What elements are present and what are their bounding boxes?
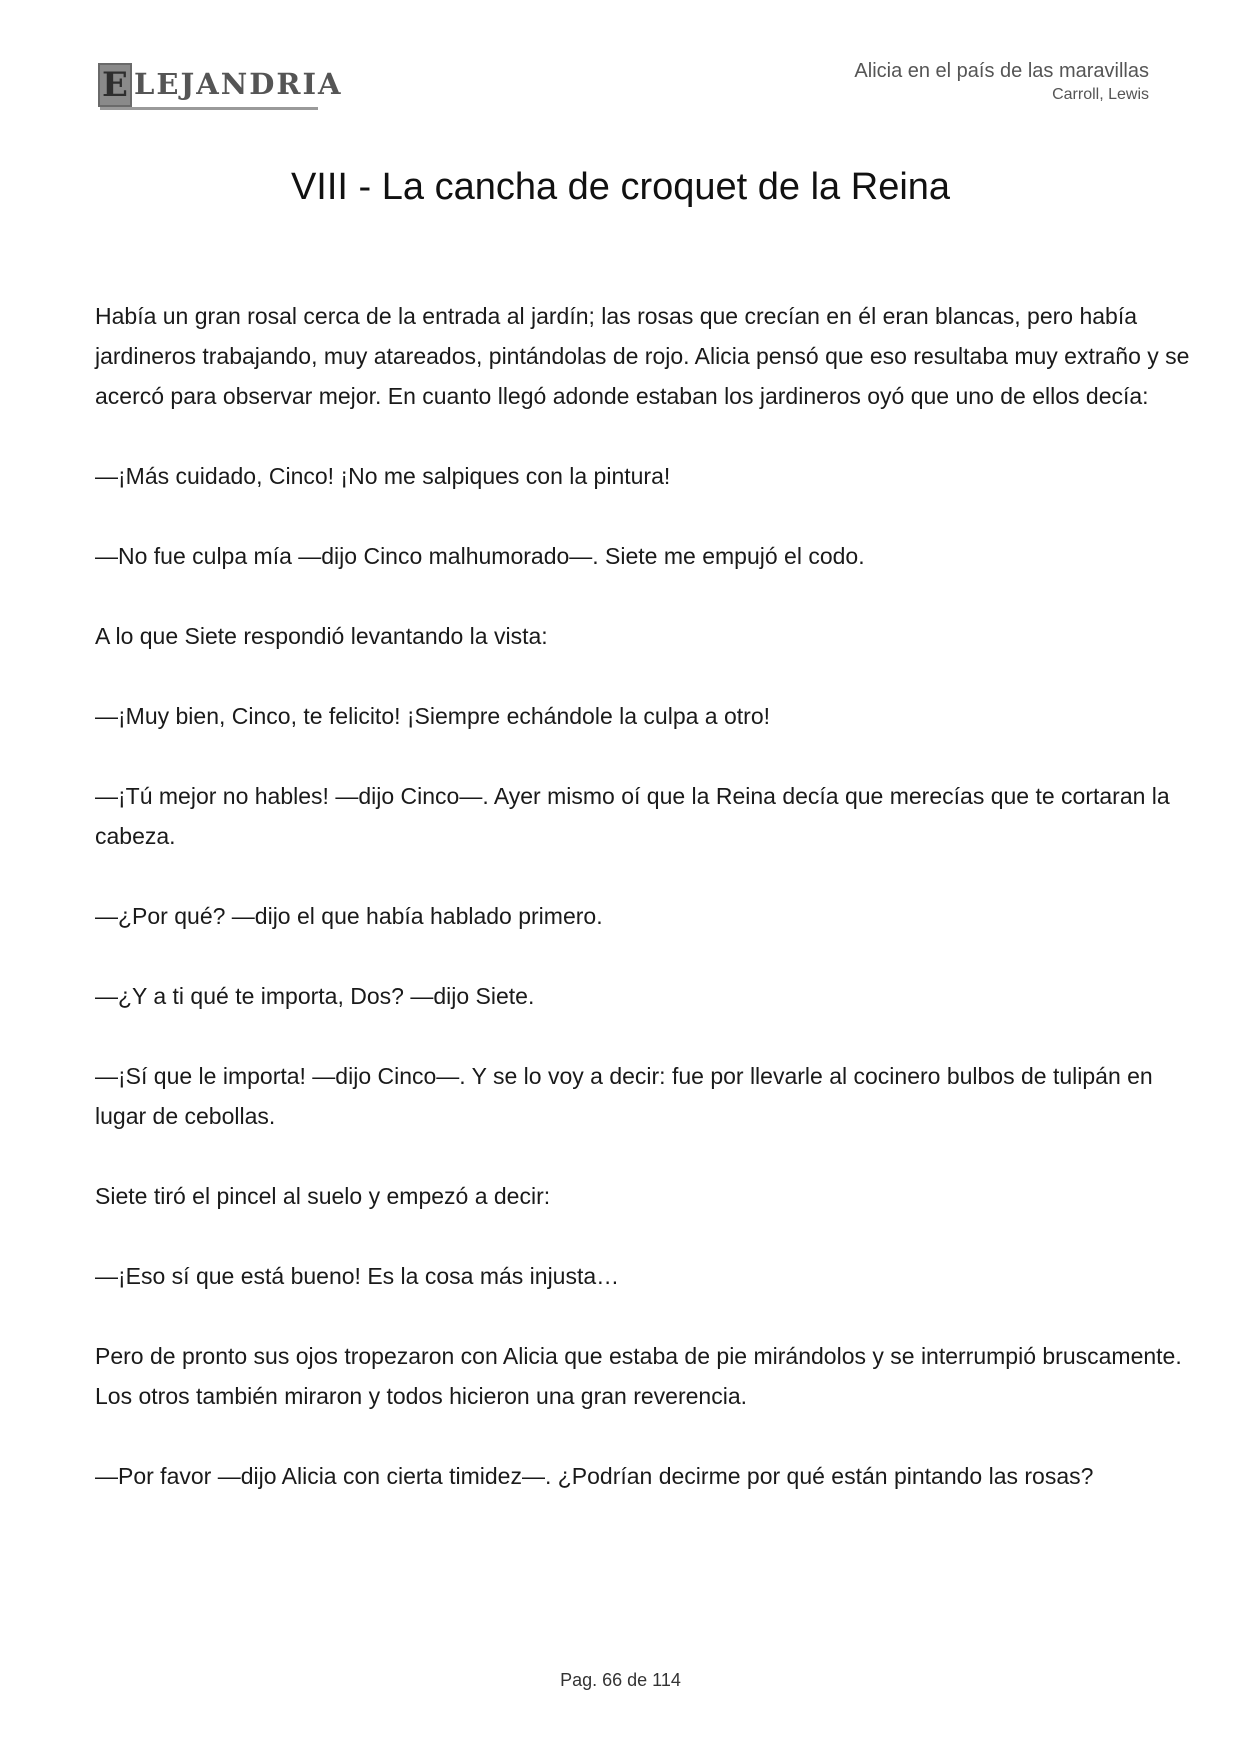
paragraph: Siete tiró el pincel al suelo y empezó a…	[95, 1183, 551, 1209]
logo-letter-box: E	[98, 63, 132, 107]
paragraph: —¿Y a ti qué te importa, Dos? —dijo Siet…	[95, 983, 535, 1009]
paragraph: —Por favor —dijo Alicia con cierta timid…	[95, 1463, 1094, 1489]
logo-underline	[100, 107, 318, 110]
paragraph: —¡Sí que le importa! —dijo Cinco—. Y se …	[95, 1063, 1153, 1129]
paragraph: —¡Eso sí que está bueno! Es la cosa más …	[95, 1263, 620, 1289]
book-title: Alicia en el país de las maravillas	[854, 60, 1149, 82]
document-meta: Alicia en el país de las maravillas Carr…	[854, 58, 1149, 106]
paragraph: —¿Por qué? —dijo el que había hablado pr…	[95, 903, 603, 929]
paragraph: A lo que Siete respondió levantando la v…	[95, 623, 548, 649]
logo-wordmark: LEJANDRIA	[134, 67, 343, 101]
paragraph: —¡Más cuidado, Cinco! ¡No me salpiques c…	[95, 463, 671, 489]
paragraph: —¡Muy bien, Cinco, te felicito! ¡Siempre…	[95, 703, 770, 729]
paragraph: —¡Tú mejor no hables! —dijo Cinco—. Ayer…	[95, 783, 1170, 849]
paragraph: Había un gran rosal cerca de la entrada …	[95, 303, 1190, 409]
paragraph: Pero de pronto sus ojos tropezaron con A…	[95, 1343, 1182, 1409]
paragraph: —No fue culpa mía —dijo Cinco malhumorad…	[95, 543, 865, 569]
chapter-body: Había un gran rosal cerca de la entrada …	[95, 296, 1195, 1536]
page-number: Pag. 66 de 114	[560, 1670, 681, 1690]
elejandria-logo: E LEJANDRIA	[98, 63, 341, 111]
book-author: Carroll, Lewis	[1052, 86, 1149, 103]
chapter-title: VIII - La cancha de croquet de la Reina	[290, 166, 951, 208]
